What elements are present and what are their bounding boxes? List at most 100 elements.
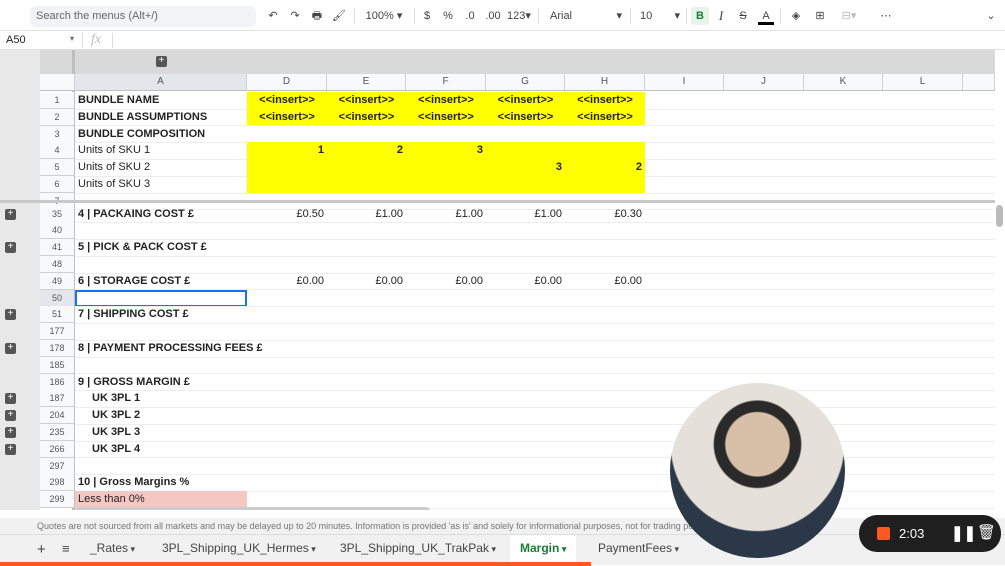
cell-value[interactable] (327, 357, 406, 374)
cell-value[interactable] (486, 424, 565, 441)
expand-row-group-icon[interactable]: + (5, 343, 16, 354)
cell-value[interactable] (247, 222, 327, 239)
cell-value[interactable] (406, 256, 486, 273)
cell-value[interactable] (406, 474, 486, 491)
frozen-row-divider[interactable] (0, 200, 995, 203)
cell-label[interactable]: BUNDLE ASSUMPTIONS (75, 109, 247, 126)
row-header[interactable]: 49 (40, 272, 75, 290)
cell-value[interactable]: <<insert>> (486, 108, 565, 126)
cell-value[interactable] (406, 458, 486, 475)
cell-value[interactable] (247, 458, 327, 475)
expand-row-group-icon[interactable]: + (5, 242, 16, 254)
all-sheets-icon[interactable]: ≡ (62, 541, 70, 556)
expand-row-group-icon[interactable]: + (5, 410, 16, 422)
cell-value[interactable] (486, 306, 565, 323)
cell-label[interactable]: UK 3PL 2 (75, 407, 247, 424)
cell-value[interactable]: £0.00 (565, 273, 645, 290)
cell-value[interactable] (406, 176, 486, 193)
decrease-decimal-button[interactable]: .0 (462, 7, 478, 25)
cell-value[interactable] (247, 357, 327, 374)
cell-label[interactable]: 8 | PAYMENT PROCESSING FEES £ (75, 340, 263, 357)
cell-value[interactable]: £1.00 (486, 206, 565, 223)
cell-value[interactable] (247, 176, 327, 193)
cell-value[interactable] (565, 441, 645, 458)
merge-cells-icon[interactable]: ⊟▾ (836, 7, 862, 25)
redo-icon[interactable]: ↷ (287, 7, 303, 25)
cell-label[interactable]: BUNDLE NAME (75, 92, 247, 109)
collapse-toolbar-icon[interactable]: ⌄ (983, 7, 999, 25)
select-all-corner[interactable] (40, 74, 75, 91)
cell-value[interactable] (486, 176, 565, 193)
cell-value[interactable] (486, 390, 565, 407)
cell-value[interactable] (247, 323, 327, 340)
cell-value[interactable] (565, 357, 645, 374)
font-size-select[interactable]: 10 ▾ (640, 7, 680, 25)
cell-label[interactable] (75, 222, 247, 239)
cell-label[interactable]: Units of SKU 3 (75, 176, 247, 193)
cell-value[interactable] (565, 424, 645, 441)
column-header-G[interactable]: G (486, 74, 565, 91)
cell-value[interactable]: £0.00 (406, 273, 486, 290)
column-header-K[interactable]: K (804, 74, 883, 91)
tab-menu-icon[interactable]: ▾ (559, 544, 567, 554)
row-header[interactable]: 1 (40, 92, 75, 109)
cell-value[interactable] (247, 159, 327, 177)
cell-value[interactable] (406, 323, 486, 340)
column-header-E[interactable]: E (327, 74, 406, 91)
cell-value[interactable] (406, 159, 486, 177)
cell-value[interactable] (327, 374, 406, 391)
cell-value[interactable] (247, 126, 327, 143)
column-header-I[interactable]: I (645, 74, 724, 91)
cell-value[interactable] (565, 222, 645, 239)
row-header[interactable]: 177 (40, 323, 75, 341)
cell-value[interactable] (247, 239, 327, 256)
cell-value[interactable]: £0.00 (486, 273, 565, 290)
cell-value[interactable] (327, 458, 406, 475)
cell-value[interactable] (327, 222, 406, 239)
tab-menu-icon[interactable]: ▾ (309, 544, 316, 554)
row-header[interactable]: 235 (40, 424, 75, 441)
row-header[interactable]: 50 (40, 289, 75, 307)
cell-value[interactable] (565, 374, 645, 391)
print-icon[interactable]: 🖶 (309, 7, 325, 25)
cell-value[interactable] (565, 290, 645, 307)
paint-format-icon[interactable]: 🖌 (331, 7, 347, 25)
increase-decimal-button[interactable]: .00 (483, 7, 503, 25)
cell-value[interactable]: 3 (486, 159, 565, 177)
cell-value[interactable] (406, 239, 486, 256)
cell-value[interactable]: <<insert>> (406, 108, 486, 126)
cell-value[interactable] (565, 458, 645, 475)
undo-icon[interactable]: ↶ (265, 7, 281, 25)
cell-label[interactable]: 6 | STORAGE COST £ (75, 273, 247, 290)
cell-label[interactable]: Units of SKU 1 (75, 142, 247, 159)
cell-value[interactable] (486, 374, 565, 391)
cell-value[interactable] (247, 390, 327, 407)
cell-value[interactable] (327, 491, 406, 508)
row-header[interactable]: 298 (40, 474, 75, 492)
row-header[interactable]: 48 (40, 256, 75, 273)
cell-value[interactable]: £1.00 (406, 206, 486, 223)
name-box[interactable]: A50 (6, 34, 26, 46)
number-format-select[interactable]: 123▾ (506, 7, 532, 25)
row-header[interactable]: 178 (40, 340, 75, 357)
borders-icon[interactable]: ⊞ (812, 7, 828, 25)
cell-label[interactable]: 4 | PACKAING COST £ (75, 206, 247, 223)
cell-value[interactable] (565, 491, 645, 508)
cell-value[interactable] (565, 142, 645, 160)
cell-value[interactable]: <<insert>> (327, 92, 406, 109)
cell-value[interactable] (327, 290, 406, 307)
cell-value[interactable] (327, 407, 406, 424)
bold-button[interactable]: B (691, 7, 709, 25)
cell-value[interactable] (406, 290, 486, 307)
cell-value[interactable]: £0.30 (565, 206, 645, 223)
search-menus-input[interactable]: Search the menus (Alt+/) (30, 6, 256, 27)
cell-value[interactable] (247, 290, 327, 307)
row-header[interactable]: 4 (40, 142, 75, 160)
cell-label[interactable]: 10 | Gross Margins % (75, 474, 247, 491)
cell-value[interactable]: £0.50 (247, 206, 327, 223)
cell-label[interactable] (75, 357, 247, 374)
cell-value[interactable] (565, 239, 645, 256)
vertical-scrollbar[interactable] (996, 205, 1003, 227)
cell-label[interactable]: UK 3PL 1 (75, 390, 247, 407)
column-header-H[interactable]: H (565, 74, 645, 91)
